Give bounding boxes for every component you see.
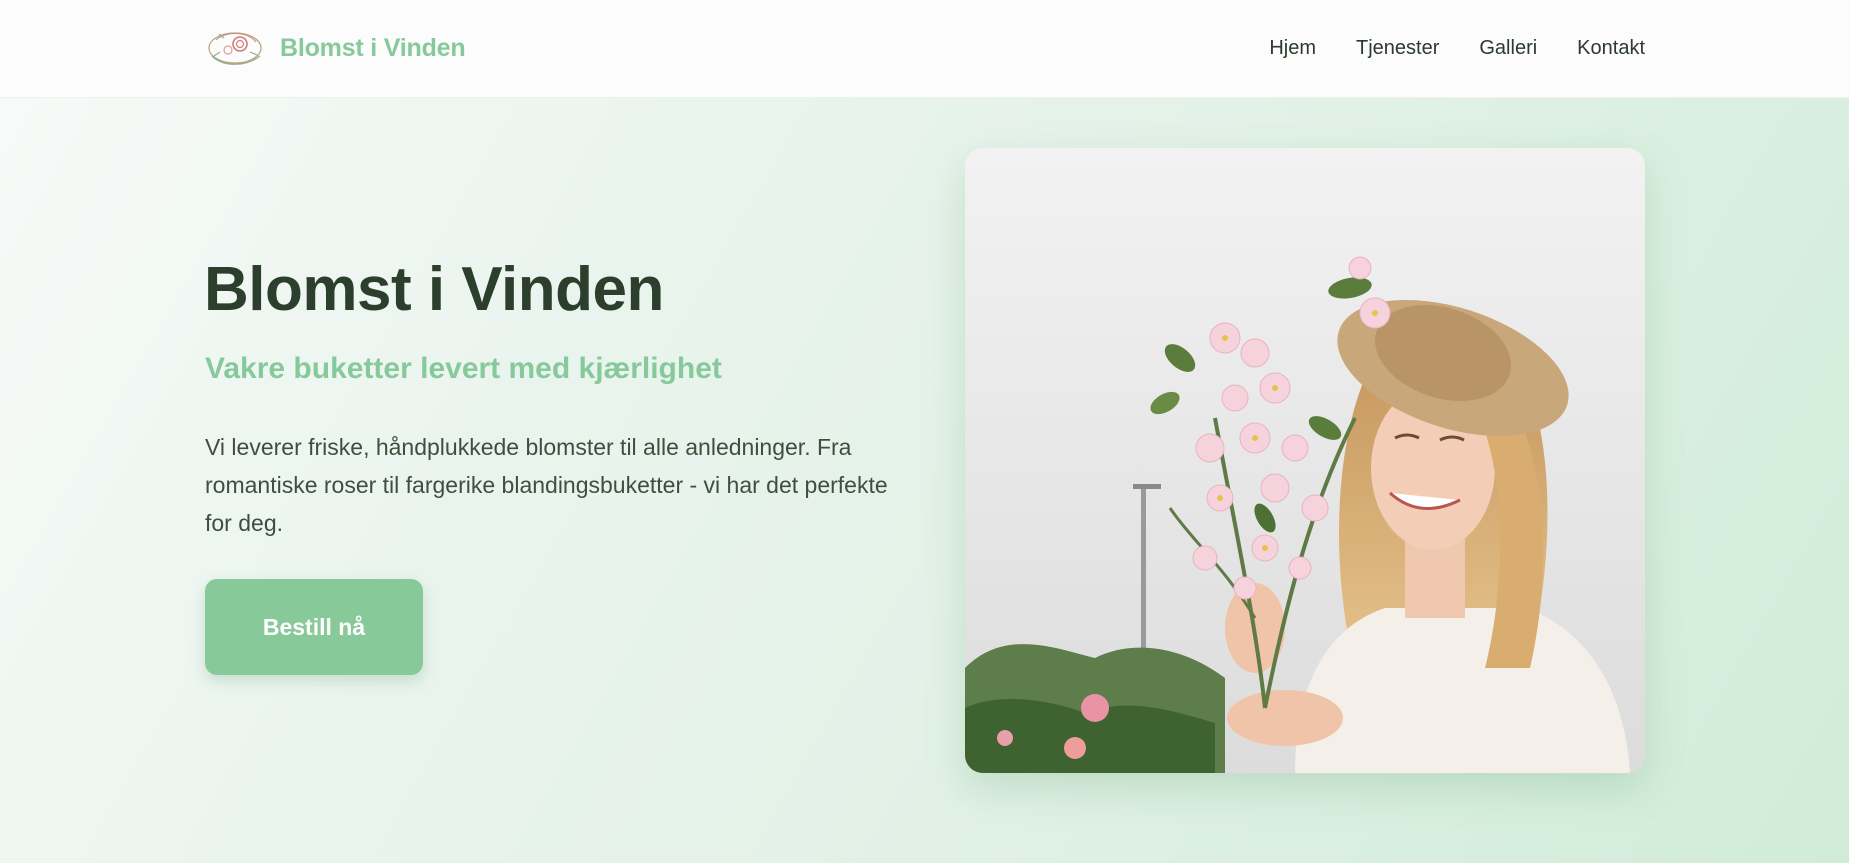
nav-link-kontakt[interactable]: Kontakt <box>1577 36 1645 60</box>
floral-wreath-logo-icon <box>208 32 262 65</box>
site-header: Blomst i Vinden Hjem Tjenester Galleri K… <box>0 0 1849 98</box>
main-nav: Hjem Tjenester Galleri Kontakt <box>1229 36 1645 60</box>
woman-with-flowers-photo <box>965 148 1645 773</box>
hero-section: Blomst i Vinden Vakre buketter levert me… <box>0 98 1849 863</box>
hero-subtitle: Vakre buketter levert med kjærlighet <box>205 352 722 385</box>
order-now-button[interactable]: Bestill nå <box>205 579 423 675</box>
nav-link-hjem[interactable]: Hjem <box>1269 36 1316 60</box>
hero-title: Blomst i Vinden <box>204 255 664 324</box>
nav-link-tjenester[interactable]: Tjenester <box>1356 36 1439 60</box>
brand[interactable]: Blomst i Vinden <box>204 26 466 70</box>
brand-name: Blomst i Vinden <box>280 33 466 62</box>
nav-link-galleri[interactable]: Galleri <box>1479 36 1537 60</box>
hero-description: Vi leverer friske, håndplukkede blomster… <box>205 434 888 536</box>
